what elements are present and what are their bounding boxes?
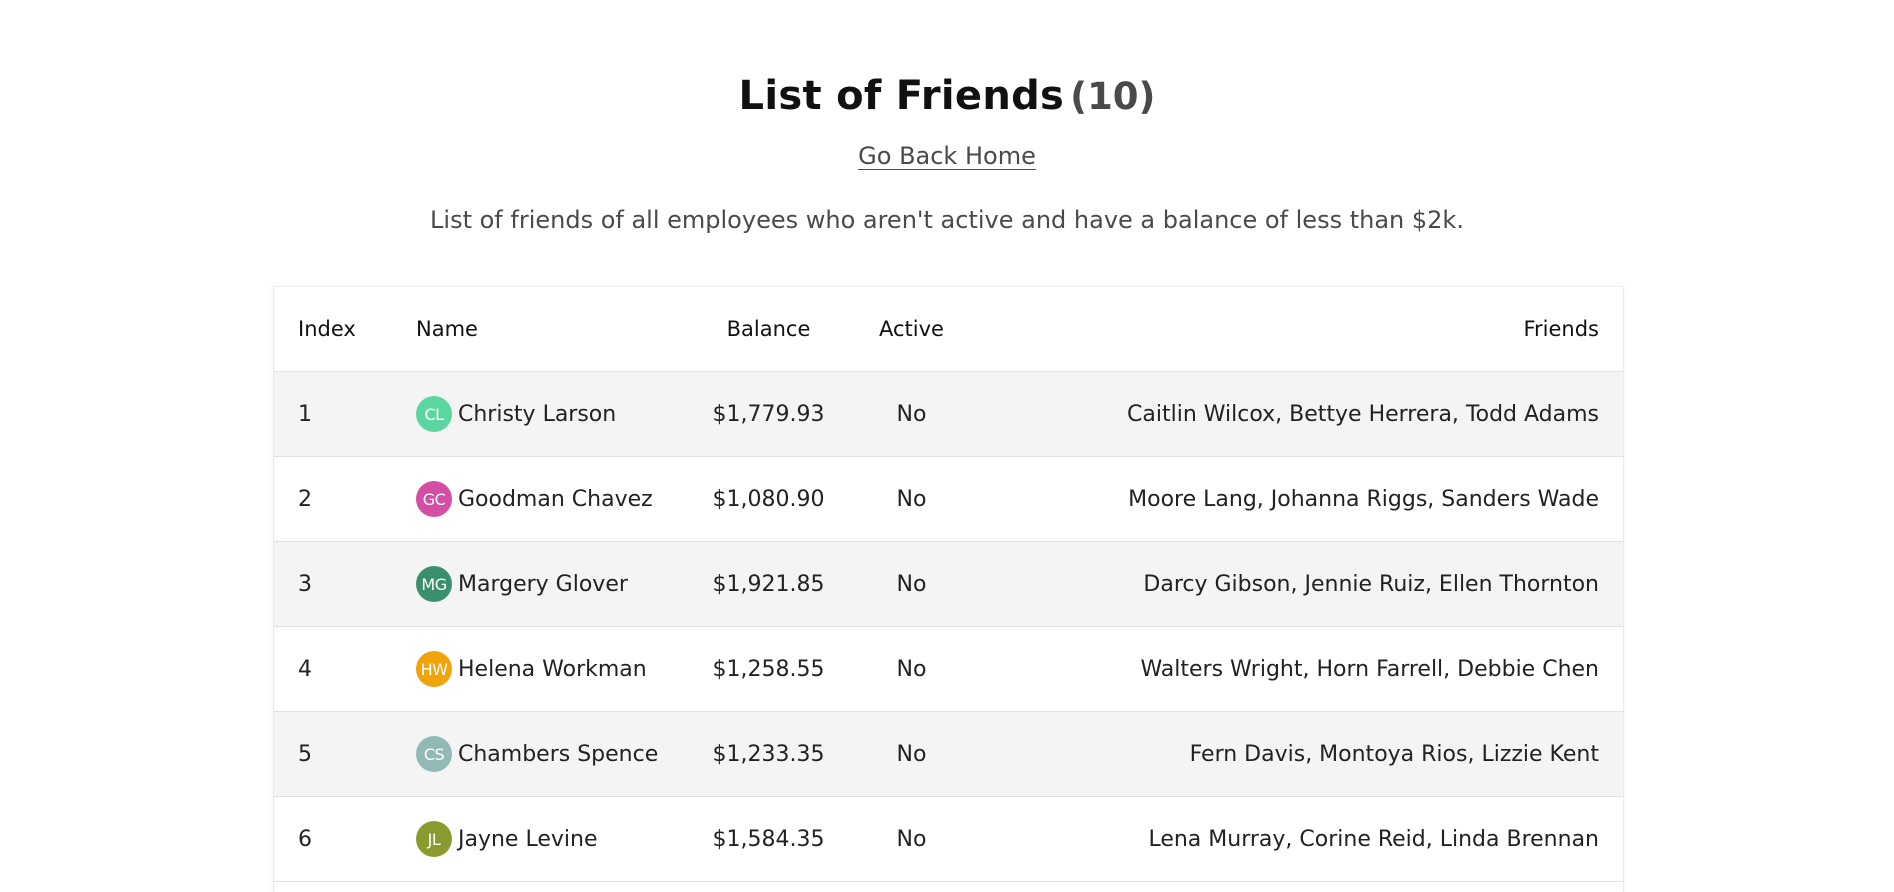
column-header-name: Name bbox=[416, 317, 478, 341]
row-name: Christy Larson bbox=[458, 401, 617, 427]
friends-table: Index Name Balance Active Friends 1 CL C… bbox=[274, 286, 1623, 882]
row-index: 3 bbox=[298, 571, 312, 597]
row-name: Margery Glover bbox=[458, 571, 628, 597]
row-balance: $1,779.93 bbox=[712, 401, 825, 427]
row-index: 5 bbox=[298, 741, 312, 767]
column-header-balance: Balance bbox=[726, 317, 811, 341]
page: List of Friends (10) Go Back Home List of… bbox=[0, 0, 1894, 892]
row-balance: $1,921.85 bbox=[712, 571, 825, 597]
column-header-active: Active bbox=[879, 317, 944, 341]
row-name-cell: MG Margery Glover bbox=[416, 542, 708, 627]
table-row: 2 GC Goodman Chavez $1,080.90 No Moore L… bbox=[274, 456, 1623, 542]
row-balance: $1,233.35 bbox=[712, 741, 825, 767]
table-header-row: Index Name Balance Active Friends bbox=[274, 286, 1623, 372]
table-row: 1 CL Christy Larson $1,779.93 No Caitlin… bbox=[274, 371, 1623, 457]
page-title: List of Friends bbox=[738, 73, 1065, 119]
table-row: 5 CS Chambers Spence $1,233.35 No Fern D… bbox=[274, 711, 1623, 797]
row-balance: $1,080.90 bbox=[712, 486, 825, 512]
row-active: No bbox=[896, 826, 927, 852]
row-name-cell: CS Chambers Spence bbox=[416, 712, 708, 797]
row-friends: Darcy Gibson, Jennie Ruiz, Ellen Thornto… bbox=[1143, 571, 1599, 597]
row-friends: Lena Murray, Corine Reid, Linda Brennan bbox=[1148, 826, 1599, 852]
back-link-wrap: Go Back Home bbox=[0, 139, 1894, 176]
row-name: Jayne Levine bbox=[458, 826, 598, 852]
friends-count: (10) bbox=[1070, 75, 1156, 118]
row-friends: Moore Lang, Johanna Riggs, Sanders Wade bbox=[1128, 486, 1599, 512]
column-header-friends: Friends bbox=[1523, 317, 1599, 341]
go-back-home-link[interactable]: Go Back Home bbox=[858, 142, 1036, 170]
row-friends: Walters Wright, Horn Farrell, Debbie Che… bbox=[1140, 656, 1599, 682]
row-active: No bbox=[896, 571, 927, 597]
avatar: HW bbox=[416, 651, 452, 687]
avatar: CS bbox=[416, 736, 452, 772]
avatar: MG bbox=[416, 566, 452, 602]
friends-table-card: Index Name Balance Active Friends 1 CL C… bbox=[273, 286, 1624, 892]
row-name: Helena Workman bbox=[458, 656, 647, 682]
row-active: No bbox=[896, 741, 927, 767]
row-name: Goodman Chavez bbox=[458, 486, 653, 512]
row-name-cell: GC Goodman Chavez bbox=[416, 457, 708, 542]
row-active: No bbox=[896, 401, 927, 427]
row-name-cell: JL Jayne Levine bbox=[416, 797, 708, 882]
table-header: Index Name Balance Active Friends bbox=[274, 286, 1623, 372]
table-body: 1 CL Christy Larson $1,779.93 No Caitlin… bbox=[274, 371, 1623, 882]
table-row: 4 HW Helena Workman $1,258.55 No Walters… bbox=[274, 626, 1623, 712]
row-balance: $1,258.55 bbox=[712, 656, 825, 682]
row-name-cell: CL Christy Larson bbox=[416, 372, 708, 457]
row-friends: Caitlin Wilcox, Bettye Herrera, Todd Ada… bbox=[1127, 401, 1599, 427]
row-index: 4 bbox=[298, 656, 312, 682]
row-active: No bbox=[896, 656, 927, 682]
row-index: 1 bbox=[298, 401, 312, 427]
row-index: 6 bbox=[298, 826, 312, 852]
avatar: CL bbox=[416, 396, 452, 432]
row-index: 2 bbox=[298, 486, 312, 512]
row-name-cell: HW Helena Workman bbox=[416, 627, 708, 712]
avatar: GC bbox=[416, 481, 452, 517]
table-row: 3 MG Margery Glover $1,921.85 No Darcy G… bbox=[274, 541, 1623, 627]
column-header-index: Index bbox=[298, 317, 356, 341]
avatar: JL bbox=[416, 821, 452, 857]
page-heading: List of Friends (10) bbox=[0, 66, 1894, 134]
row-balance: $1,584.35 bbox=[712, 826, 825, 852]
row-name: Chambers Spence bbox=[458, 741, 659, 767]
page-description: List of friends of all employees who are… bbox=[430, 206, 1464, 234]
table-row: 6 JL Jayne Levine $1,584.35 No Lena Murr… bbox=[274, 796, 1623, 882]
row-active: No bbox=[896, 486, 927, 512]
row-friends: Fern Davis, Montoya Rios, Lizzie Kent bbox=[1189, 741, 1599, 767]
